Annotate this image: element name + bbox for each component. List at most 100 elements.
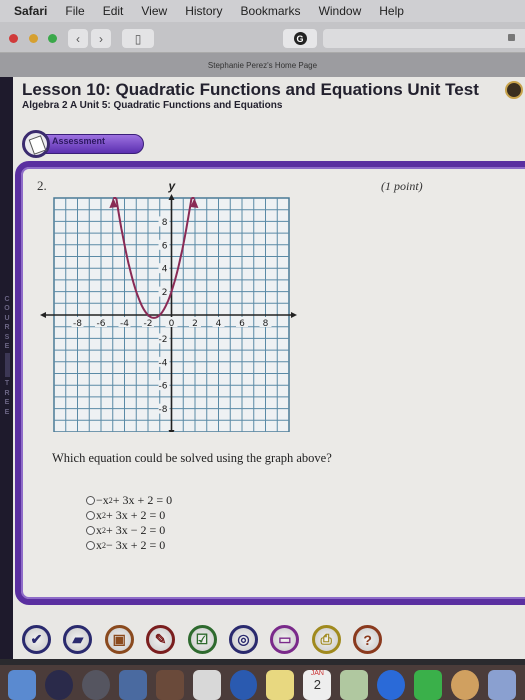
answer-option[interactable]: x2 + 3x + 2 = 0 bbox=[86, 508, 172, 523]
backpack-icon: ▣ bbox=[112, 631, 126, 647]
grammarly-icon: G bbox=[293, 32, 307, 45]
photos-icon[interactable] bbox=[451, 670, 479, 700]
calendar-month: JAN bbox=[310, 670, 324, 677]
browser-toolbar: ‹ › ▯ G bbox=[0, 22, 525, 53]
menu-bar: Safari File Edit View History Bookmarks … bbox=[0, 0, 525, 22]
keynote-icon[interactable] bbox=[487, 670, 516, 700]
menu-window[interactable]: Window bbox=[319, 4, 362, 18]
x-tick-label: -8 bbox=[73, 319, 82, 329]
option-rest: − 3x + 2 = 0 bbox=[106, 538, 166, 552]
mail-stamp-icon[interactable] bbox=[118, 670, 147, 700]
course-subtitle: Algebra 2 A Unit 5: Quadratic Functions … bbox=[22, 100, 283, 111]
printer-tool-button[interactable]: ⎙ bbox=[311, 625, 341, 654]
page-content: C O U R S E T R E E Lesson 10: Quadratic… bbox=[0, 77, 525, 659]
x-tick-label: 6 bbox=[239, 319, 245, 329]
message-tool-button[interactable]: ▭ bbox=[270, 625, 300, 654]
menu-edit[interactable]: Edit bbox=[103, 4, 124, 18]
y-axis-arrow-down bbox=[168, 430, 175, 432]
y-tick-label: 2 bbox=[162, 288, 168, 298]
menu-history[interactable]: History bbox=[185, 4, 222, 18]
x-tick-label: 2 bbox=[192, 319, 198, 329]
menu-file[interactable]: File bbox=[65, 4, 84, 18]
y-tick-label: -8 bbox=[159, 405, 168, 415]
check-icon: ✔ bbox=[30, 631, 43, 647]
y-tick-label: 6 bbox=[162, 241, 168, 251]
x-tick-label: -2 bbox=[144, 319, 153, 329]
message-icon: ▭ bbox=[278, 631, 292, 647]
calendar-day: 2 bbox=[313, 677, 321, 692]
radio-button[interactable] bbox=[86, 541, 95, 550]
forward-button[interactable]: › bbox=[91, 29, 111, 48]
check-tool-button[interactable]: ✔ bbox=[22, 625, 51, 654]
option-rest: + 3x + 2 = 0 bbox=[106, 508, 166, 522]
y-tick-label: 8 bbox=[162, 218, 168, 228]
checklist-tool-button[interactable]: ☑ bbox=[187, 625, 217, 654]
course-tree-letter: T bbox=[4, 380, 10, 388]
checklist-icon: ☑ bbox=[195, 631, 209, 647]
course-tree-letter: E bbox=[4, 343, 10, 351]
option-rest: + 3x − 2 = 0 bbox=[106, 523, 166, 537]
course-tree-letter: R bbox=[4, 324, 10, 332]
grammarly-extension-button[interactable]: G bbox=[283, 29, 317, 48]
answer-option[interactable]: x2 + 3x − 2 = 0 bbox=[86, 523, 172, 538]
menu-bookmarks[interactable]: Bookmarks bbox=[241, 4, 301, 18]
quadratic-graph: xy-8-6-4-2024688642-2-4-6-8 bbox=[40, 182, 297, 432]
help-tool-button[interactable]: ? bbox=[353, 625, 383, 654]
preview-icon[interactable] bbox=[340, 670, 369, 700]
course-tree-letter: C bbox=[4, 296, 10, 303]
course-tree-letter: S bbox=[4, 333, 10, 341]
menu-view[interactable]: View bbox=[141, 4, 167, 18]
x-axis-arrow-left bbox=[40, 312, 46, 318]
answer-options: −x 2 + 3x + 2 = 0 x2 + 3x + 2 = 0 x2 + 3x… bbox=[86, 493, 172, 553]
notes-icon[interactable] bbox=[266, 670, 295, 700]
printer-icon: ⎙ bbox=[320, 631, 332, 647]
assessment-label: Assessment bbox=[52, 136, 106, 146]
radio-button[interactable] bbox=[86, 511, 95, 520]
y-tick-label: -2 bbox=[159, 335, 168, 345]
x-tick-label: 4 bbox=[216, 319, 222, 329]
notebook-tool-button[interactable]: ▰ bbox=[63, 625, 93, 654]
dock: JAN 2 bbox=[0, 665, 525, 700]
y-tick-label: 4 bbox=[162, 265, 168, 275]
sidebar-toggle-button[interactable]: ▯ bbox=[122, 29, 154, 48]
tab-title[interactable]: Stephanie Perez's Home Page bbox=[0, 53, 525, 77]
pushpin-tool-button[interactable]: ✎ bbox=[146, 625, 176, 654]
contacts-icon[interactable] bbox=[155, 670, 184, 700]
address-bar[interactable] bbox=[323, 29, 525, 48]
question-points: (1 point) bbox=[381, 179, 423, 193]
radio-button[interactable] bbox=[86, 496, 95, 505]
option-term: −x bbox=[96, 493, 109, 507]
back-button[interactable]: ‹ bbox=[68, 29, 88, 48]
course-tree-tab[interactable]: C O U R S E T R E E bbox=[2, 295, 12, 417]
target-icon: ◎ bbox=[237, 631, 250, 647]
question-prompt: Which equation could be solved using the… bbox=[52, 451, 332, 465]
safari-icon[interactable] bbox=[229, 670, 258, 700]
calendar-icon[interactable]: JAN 2 bbox=[303, 670, 332, 700]
launchpad-icon[interactable] bbox=[81, 670, 110, 700]
facetime-icon[interactable] bbox=[414, 670, 443, 700]
close-window-button[interactable] bbox=[9, 34, 18, 43]
pushpin-icon: ✎ bbox=[154, 631, 167, 647]
course-tree-letter: E bbox=[4, 399, 10, 407]
x-tick-label: -6 bbox=[97, 319, 106, 329]
course-tree-handle[interactable] bbox=[4, 353, 10, 378]
menu-help[interactable]: Help bbox=[379, 4, 404, 18]
menu-safari[interactable]: Safari bbox=[14, 4, 47, 18]
zoom-window-button[interactable] bbox=[48, 34, 57, 43]
globe-icon[interactable] bbox=[505, 81, 523, 99]
x-tick-label: -4 bbox=[120, 319, 129, 329]
y-tick-label: -6 bbox=[159, 382, 168, 392]
finder-icon[interactable] bbox=[8, 670, 36, 700]
target-tool-button[interactable]: ◎ bbox=[228, 625, 258, 654]
y-axis-label: y bbox=[168, 182, 177, 193]
radio-button[interactable] bbox=[86, 526, 95, 535]
answer-option[interactable]: x2 − 3x + 2 = 0 bbox=[86, 538, 172, 553]
course-tree-letter: E bbox=[4, 408, 10, 416]
answer-option[interactable]: −x 2 + 3x + 2 = 0 bbox=[86, 493, 172, 508]
backpack-tool-button[interactable]: ▣ bbox=[104, 625, 134, 654]
minimize-window-button[interactable] bbox=[29, 34, 38, 43]
messages-icon[interactable] bbox=[377, 670, 406, 700]
reminders-icon[interactable] bbox=[192, 670, 221, 700]
siri-icon[interactable] bbox=[44, 670, 73, 700]
notebook-icon: ▰ bbox=[72, 631, 84, 647]
